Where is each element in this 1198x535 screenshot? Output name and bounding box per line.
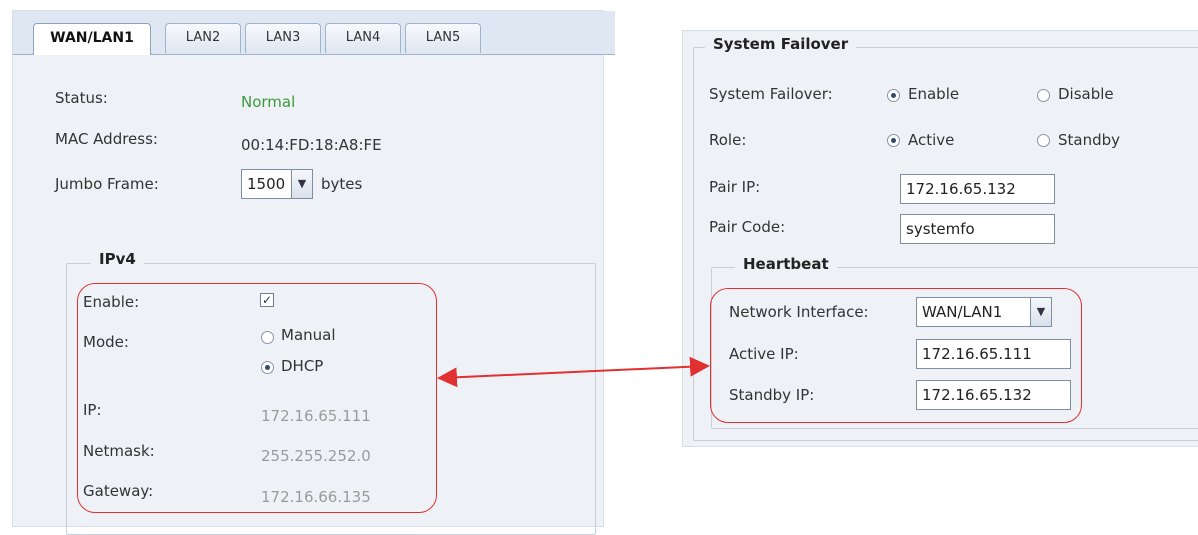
failover-disable-radio[interactable] [1037, 89, 1050, 102]
pair-code-input[interactable]: systemfo [900, 214, 1055, 244]
system-failover-legend: System Failover [705, 35, 857, 53]
jumbo-frame-select[interactable]: 1500 ▼ [241, 169, 313, 199]
failover-enable-radio[interactable] [887, 89, 900, 102]
tab-bar: WAN/LAN1 LAN2 LAN3 LAN4 LAN5 [13, 11, 615, 55]
tab-lan5[interactable]: LAN5 [405, 23, 481, 53]
pair-ip-input[interactable]: 172.16.65.132 [900, 174, 1055, 204]
status-label: Status: [55, 89, 108, 107]
role-label: Role: [709, 131, 747, 149]
failover-disable-label: Disable [1058, 85, 1114, 103]
status-value: Normal [241, 93, 296, 111]
role-standby-radio[interactable] [1037, 134, 1050, 147]
tab-wan-lan1[interactable]: WAN/LAN1 [33, 23, 151, 55]
mac-address-label: MAC Address: [55, 130, 158, 148]
jumbo-frame-value: 1500 [247, 175, 286, 193]
role-active-radio[interactable] [887, 134, 900, 147]
jumbo-frame-unit: bytes [321, 175, 363, 193]
failover-enable-label: Enable [908, 85, 960, 103]
mac-address-value: 00:14:FD:18:A8:FE [241, 136, 382, 154]
tab-lan3[interactable]: LAN3 [245, 23, 321, 53]
heartbeat-highlight-box [710, 288, 1082, 423]
ipv4-highlight-box [77, 283, 437, 513]
pair-ip-label: Pair IP: [709, 178, 761, 196]
chevron-down-icon[interactable]: ▼ [291, 169, 313, 199]
role-active-label: Active [908, 131, 955, 149]
jumbo-frame-label: Jumbo Frame: [55, 175, 159, 193]
tab-lan4[interactable]: LAN4 [325, 23, 401, 53]
pair-code-label: Pair Code: [709, 218, 786, 236]
system-failover-label: System Failover: [709, 85, 833, 103]
ipv4-legend: IPv4 [91, 250, 144, 268]
heartbeat-legend: Heartbeat [735, 255, 837, 273]
tab-lan2[interactable]: LAN2 [165, 23, 241, 53]
role-standby-label: Standby [1058, 131, 1121, 149]
